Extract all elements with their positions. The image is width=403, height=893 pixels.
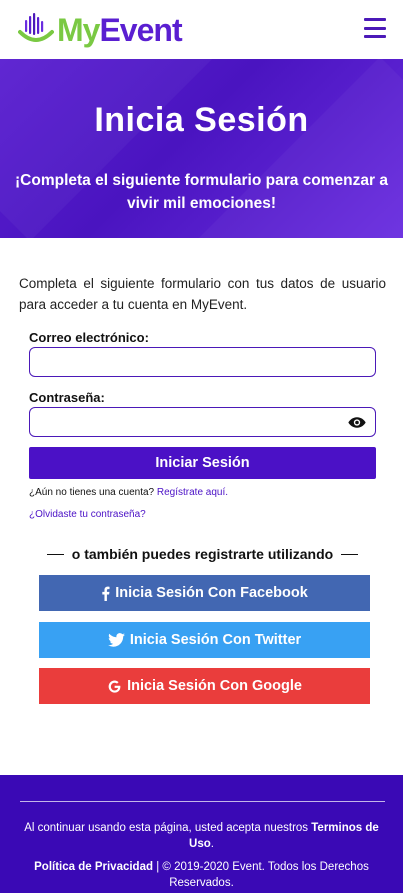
twitter-login-button[interactable]: Inicia Sesión Con Twitter <box>39 622 370 658</box>
email-label: Correo electrónico: <box>29 330 149 345</box>
google-login-label: Inicia Sesión Con Google <box>127 678 302 694</box>
logo-mark-icon <box>18 13 54 42</box>
password-field-wrapper <box>29 407 376 437</box>
facebook-icon <box>101 586 110 601</box>
privacy-link[interactable]: Política de Privacidad <box>34 861 153 873</box>
page-subtitle: ¡Completa el siguiente formulario para c… <box>15 172 388 212</box>
top-navbar: MyEvent <box>0 0 403 59</box>
login-button[interactable]: Iniciar Sesión <box>29 447 376 479</box>
divider-text: o también puedes registrarte utilizando <box>71 546 334 562</box>
email-field-wrapper <box>29 347 376 377</box>
form-intro: Completa el siguiente formulario con tus… <box>19 276 386 312</box>
divider-line <box>46 553 64 555</box>
social-divider: o también puedes registrarte utilizando <box>29 545 376 563</box>
register-link[interactable]: Regístrate aquí. <box>157 487 228 498</box>
logo-my: My <box>57 12 100 48</box>
divider-line <box>341 553 359 555</box>
page-title: Inicia Sesión <box>94 101 309 139</box>
footer-terms: Al continuar usando esta página, usted a… <box>14 820 389 852</box>
password-label: Contraseña: <box>29 390 105 405</box>
copyright-text: | © 2019-2020 Event. Todos los Derechos … <box>156 861 369 889</box>
footer-divider <box>20 801 385 802</box>
footer-copyright-row: Política de Privacidad | © 2019-2020 Eve… <box>14 859 389 891</box>
logo-event: Event <box>99 12 182 48</box>
hero-banner: Inicia Sesión ¡Completa el siguiente for… <box>0 59 403 238</box>
menu-icon[interactable] <box>364 18 386 38</box>
email-field[interactable] <box>30 348 375 376</box>
forgot-password-row: ¿Olvidaste tu contraseña? <box>29 509 146 520</box>
eye-icon[interactable] <box>348 416 366 429</box>
google-icon <box>107 679 122 694</box>
twitter-icon <box>107 633 125 647</box>
forgot-password-link[interactable]: ¿Olvidaste tu contraseña? <box>29 509 146 520</box>
no-account-text: ¿Aún no tienes una cuenta? <box>29 487 155 498</box>
register-prompt: ¿Aún no tienes una cuenta? Regístrate aq… <box>29 487 228 498</box>
facebook-login-label: Inicia Sesión Con Facebook <box>115 585 308 601</box>
myevent-logo[interactable]: MyEvent <box>18 10 183 50</box>
page-footer: Al continuar usando esta página, usted a… <box>0 775 403 893</box>
password-field[interactable] <box>30 408 375 436</box>
terms-prefix: Al continuar usando esta página, usted a… <box>24 822 309 834</box>
twitter-login-label: Inicia Sesión Con Twitter <box>129 632 302 648</box>
terms-suffix: . <box>210 838 214 850</box>
google-login-button[interactable]: Inicia Sesión Con Google <box>39 668 370 704</box>
facebook-login-button[interactable]: Inicia Sesión Con Facebook <box>39 575 370 611</box>
